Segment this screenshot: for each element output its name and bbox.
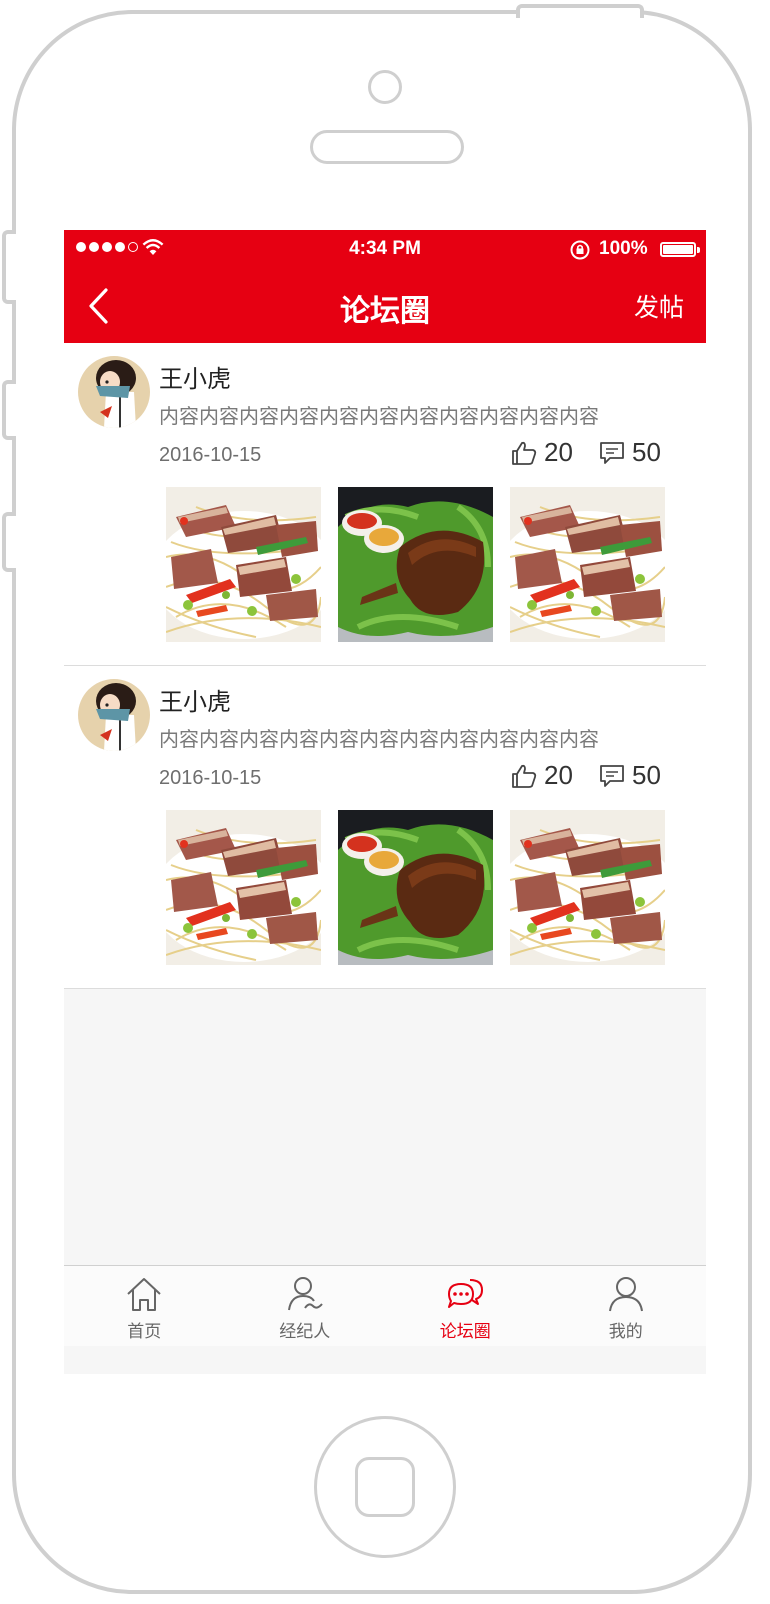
- tab-bar: 首页 经纪人 论坛圈 我的: [64, 1265, 706, 1346]
- page-title: 论坛圈: [340, 294, 430, 329]
- battery-percent: 100%: [599, 238, 648, 259]
- post-list: 王小虎 内容内容内容内容内容内容内容内容内容内容内容 2016-10-15 20…: [64, 343, 706, 989]
- post-username[interactable]: 王小虎: [159, 359, 231, 394]
- home-button-icon: [355, 1457, 415, 1517]
- mute-switch: [2, 230, 16, 304]
- home-icon: [127, 1278, 161, 1311]
- comment-icon: [600, 764, 624, 787]
- post-content: 内容内容内容内容内容内容内容内容内容内容内容: [159, 404, 599, 428]
- post-image[interactable]: [166, 810, 321, 965]
- post-image[interactable]: [338, 487, 493, 642]
- post-image[interactable]: [510, 487, 665, 642]
- app-screen: 4:34 PM 100% 论坛圈 发帖 王小虎 内容内容内容内容内容内容内容内容…: [64, 230, 706, 1374]
- earpiece-speaker: [310, 130, 464, 164]
- nav-bar: 论坛圈 发帖: [64, 270, 706, 343]
- rotation-lock-icon: [570, 240, 590, 260]
- post-item[interactable]: 王小虎 内容内容内容内容内容内容内容内容内容内容内容 2016-10-15 20…: [64, 666, 706, 989]
- new-post-button[interactable]: 发帖: [634, 288, 684, 324]
- tab-home[interactable]: 首页: [64, 1266, 225, 1346]
- post-images: [166, 810, 665, 965]
- tab-label: 我的: [608, 1322, 643, 1342]
- volume-up-button: [2, 380, 16, 440]
- thumbs-up-icon: [512, 441, 537, 465]
- post-image[interactable]: [166, 487, 321, 642]
- power-button: [516, 4, 644, 18]
- tab-forum[interactable]: 论坛圈: [385, 1266, 546, 1346]
- comment-count: 50: [632, 437, 661, 467]
- comment-count: 50: [632, 760, 661, 790]
- comment-icon: [600, 441, 624, 464]
- post-images: [166, 487, 665, 642]
- post-date: 2016-10-15: [159, 767, 262, 789]
- like-count: 20: [544, 760, 573, 790]
- post-image[interactable]: [510, 810, 665, 965]
- status-bar: 4:34 PM 100%: [64, 230, 706, 270]
- agent-icon: [287, 1277, 323, 1311]
- post-content: 内容内容内容内容内容内容内容内容内容内容内容: [159, 727, 599, 751]
- avatar[interactable]: [78, 679, 150, 751]
- post-image[interactable]: [338, 810, 493, 965]
- comment-button[interactable]: 50: [598, 437, 661, 468]
- header-bar: 4:34 PM 100% 论坛圈 发帖: [64, 230, 706, 343]
- post-username[interactable]: 王小虎: [159, 682, 231, 717]
- forum-icon: [448, 1279, 484, 1308]
- tab-label: 经纪人: [279, 1322, 331, 1342]
- like-button[interactable]: 20: [510, 437, 573, 468]
- thumbs-up-icon: [512, 764, 537, 788]
- tab-profile[interactable]: 我的: [546, 1266, 707, 1346]
- comment-button[interactable]: 50: [598, 760, 661, 791]
- avatar[interactable]: [78, 356, 150, 428]
- battery-icon: [660, 242, 696, 257]
- post-item[interactable]: 王小虎 内容内容内容内容内容内容内容内容内容内容内容 2016-10-15 20…: [64, 343, 706, 666]
- front-camera: [368, 70, 402, 104]
- post-date: 2016-10-15: [159, 444, 262, 466]
- like-button[interactable]: 20: [510, 760, 573, 791]
- like-count: 20: [544, 437, 573, 467]
- tab-agent[interactable]: 经纪人: [225, 1266, 386, 1346]
- tab-label: 论坛圈: [439, 1322, 491, 1342]
- volume-down-button: [2, 512, 16, 572]
- tab-label: 首页: [127, 1322, 162, 1342]
- profile-icon: [608, 1277, 643, 1312]
